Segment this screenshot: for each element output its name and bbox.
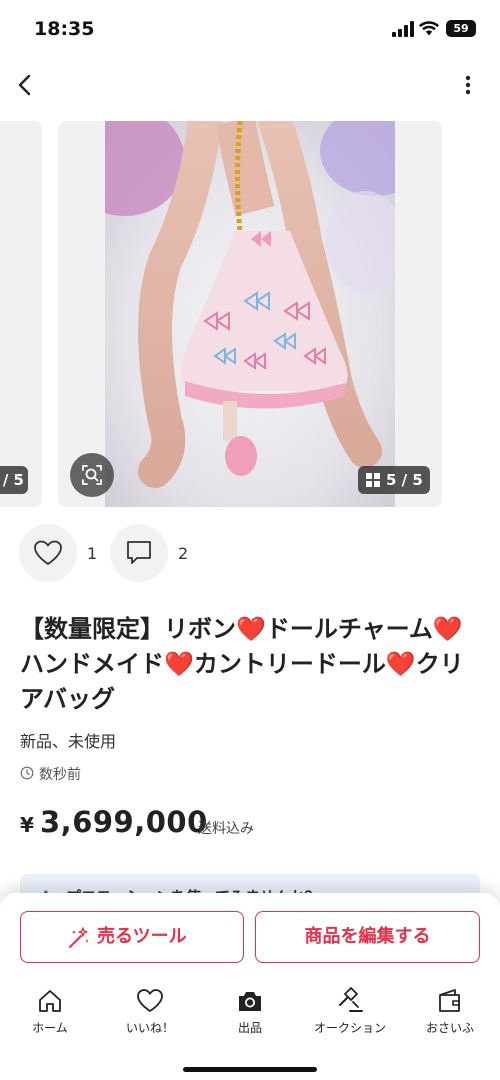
heart-icon [137, 989, 163, 1012]
back-button[interactable] [10, 68, 42, 102]
like-button[interactable] [19, 524, 77, 582]
tab-auction[interactable]: オークション [300, 985, 400, 1045]
gavel-icon [339, 987, 363, 1012]
previous-image-card[interactable]: / 5 [0, 121, 42, 507]
lens-search-icon [82, 465, 102, 485]
chevron-left-icon [18, 74, 31, 96]
home-icon [39, 990, 61, 1012]
tab-sell-label: 出品 [237, 1021, 262, 1035]
tab-home-label: ホーム [32, 1021, 68, 1035]
comment-icon [127, 541, 151, 564]
price-value: 3,699,000 [40, 805, 208, 839]
tab-wallet-label: おさいふ [425, 1021, 474, 1035]
comment-button[interactable] [110, 524, 168, 582]
more-options-button[interactable] [456, 68, 480, 102]
sell-tool-label: 売るツール [97, 926, 187, 947]
wifi-icon [418, 21, 440, 36]
image-counter-button[interactable]: 5 / 5 [358, 466, 430, 494]
tab-sell[interactable]: 出品 [200, 985, 300, 1045]
tab-home[interactable]: ホーム [0, 985, 100, 1045]
magic-wand-icon [69, 927, 89, 948]
battery-icon: 59 [446, 20, 476, 37]
wallet-icon [439, 989, 460, 1012]
image-counter-text: 5 / 5 [386, 471, 423, 489]
product-photo [105, 121, 395, 507]
sell-tool-button[interactable]: 売るツール [20, 911, 244, 963]
shipping-note: 送料込み [198, 821, 254, 837]
listed-time-text: 数秒前 [39, 767, 81, 783]
tab-wallet[interactable]: おさいふ [400, 985, 500, 1045]
price-currency: ¥ [20, 813, 34, 837]
nav-bar [0, 60, 500, 110]
current-image-card[interactable]: 5 / 5 [58, 121, 442, 507]
tab-likes-label: いいね！ [125, 1021, 174, 1035]
item-title: 【数量限定】リボン❤️ドールチャーム❤️ハンドメイド❤️カントリードール❤️クリ… [20, 615, 464, 713]
home-indicator [183, 1067, 317, 1072]
bottom-action-sheet: 売るツール 商品を編集する ホーム いいね！ 出品 オークション おさいふ [0, 893, 500, 1080]
item-condition: 新品、未使用 [20, 732, 117, 751]
more-vertical-icon [465, 75, 471, 95]
image-search-button[interactable] [70, 453, 114, 497]
signal-icon [392, 21, 414, 37]
previous-image-counter: / 5 [0, 466, 28, 494]
edit-item-button[interactable]: 商品を編集する [255, 911, 480, 963]
camera-icon [239, 992, 261, 1011]
status-bar: 18:35 59 [0, 0, 500, 60]
like-count: 1 [87, 544, 98, 563]
tab-likes[interactable]: いいね！ [100, 985, 200, 1045]
clock-icon [20, 766, 34, 780]
image-carousel[interactable]: / 5 5 / 5 [0, 121, 500, 507]
grid-icon [366, 473, 380, 487]
status-time: 18:35 [34, 18, 95, 40]
tab-auction-label: オークション [313, 1021, 386, 1035]
tab-bar: ホーム いいね！ 出品 オークション おさいふ [0, 985, 500, 1045]
reactions-row: 1 2 [0, 524, 500, 584]
comment-count: 2 [178, 544, 189, 563]
heart-icon [34, 540, 62, 565]
